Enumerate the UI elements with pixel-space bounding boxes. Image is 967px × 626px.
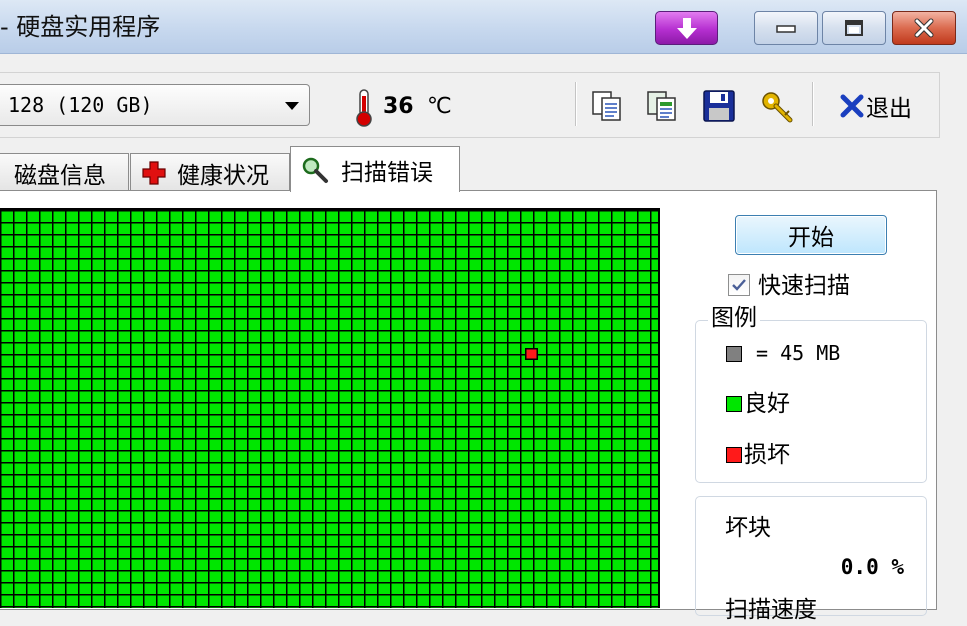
copy-all-button[interactable] — [644, 88, 680, 124]
bad-block-cell — [525, 348, 538, 360]
gear-key-icon — [762, 92, 793, 123]
tab-scan-errors-label: 扫描错误 — [341, 159, 433, 186]
quick-scan-label[interactable]: 快速扫描 — [758, 270, 850, 302]
temperature-unit: ℃ — [427, 94, 452, 119]
thermometer-icon — [356, 89, 372, 127]
legend-title: 图例 — [708, 302, 760, 334]
tab-disk-info-label: 磁盘信息 — [14, 162, 106, 189]
temperature-value: 36 — [383, 94, 414, 119]
legend-bad-label: 损坏 — [744, 442, 790, 468]
red-cross-icon — [142, 160, 166, 185]
block-map — [0, 208, 660, 608]
quick-scan-checkbox[interactable] — [728, 274, 750, 296]
close-button[interactable] — [892, 11, 956, 45]
tab-disk-info[interactable]: 磁盘信息 — [0, 153, 129, 191]
start-button[interactable]: 开始 — [735, 215, 887, 255]
maximize-icon — [845, 20, 863, 36]
maximize-button[interactable] — [822, 11, 886, 45]
copy-icon — [592, 91, 621, 121]
minimize-button[interactable] — [754, 11, 818, 45]
close-x-icon — [840, 94, 864, 118]
bad-blocks-value: 0.0 % — [840, 555, 904, 579]
toolbar-separator — [575, 82, 577, 126]
checkmark-icon — [732, 279, 746, 291]
legend-block-swatch — [726, 346, 742, 362]
legend-good-label: 良好 — [744, 391, 790, 417]
tab-scan-errors[interactable]: 扫描错误 — [290, 146, 460, 192]
legend-bad-swatch — [726, 447, 742, 463]
download-arrow-button[interactable] — [655, 11, 718, 45]
close-icon — [914, 18, 934, 38]
window-title: - 硬盘实用程序 — [0, 13, 161, 41]
save-button[interactable] — [701, 88, 737, 124]
legend-good-swatch — [726, 396, 742, 412]
drive-select-value: 128 (120 GB) — [8, 93, 153, 117]
toolbar-separator — [812, 82, 814, 126]
tab-health-label: 健康状况 — [177, 162, 269, 189]
chevron-down-icon — [285, 102, 299, 110]
exit-label: 退出 — [866, 96, 912, 122]
options-button[interactable] — [758, 88, 794, 124]
minimize-icon — [776, 25, 796, 33]
legend-block-size: = 45 MB — [756, 341, 841, 365]
floppy-disk-icon — [703, 90, 735, 122]
copy-all-icon — [647, 91, 676, 121]
exit-button[interactable]: 退出 — [838, 88, 912, 124]
title-bar: - 硬盘实用程序 — [0, 0, 967, 54]
down-arrow-icon — [676, 18, 697, 39]
copy-button[interactable] — [589, 88, 625, 124]
drive-select[interactable]: 128 (120 GB) — [0, 84, 310, 126]
tab-health[interactable]: 健康状况 — [130, 153, 290, 191]
magnifier-icon — [302, 157, 328, 183]
bad-blocks-label: 坏块 — [725, 515, 771, 541]
scan-speed-label: 扫描速度 — [725, 597, 817, 623]
